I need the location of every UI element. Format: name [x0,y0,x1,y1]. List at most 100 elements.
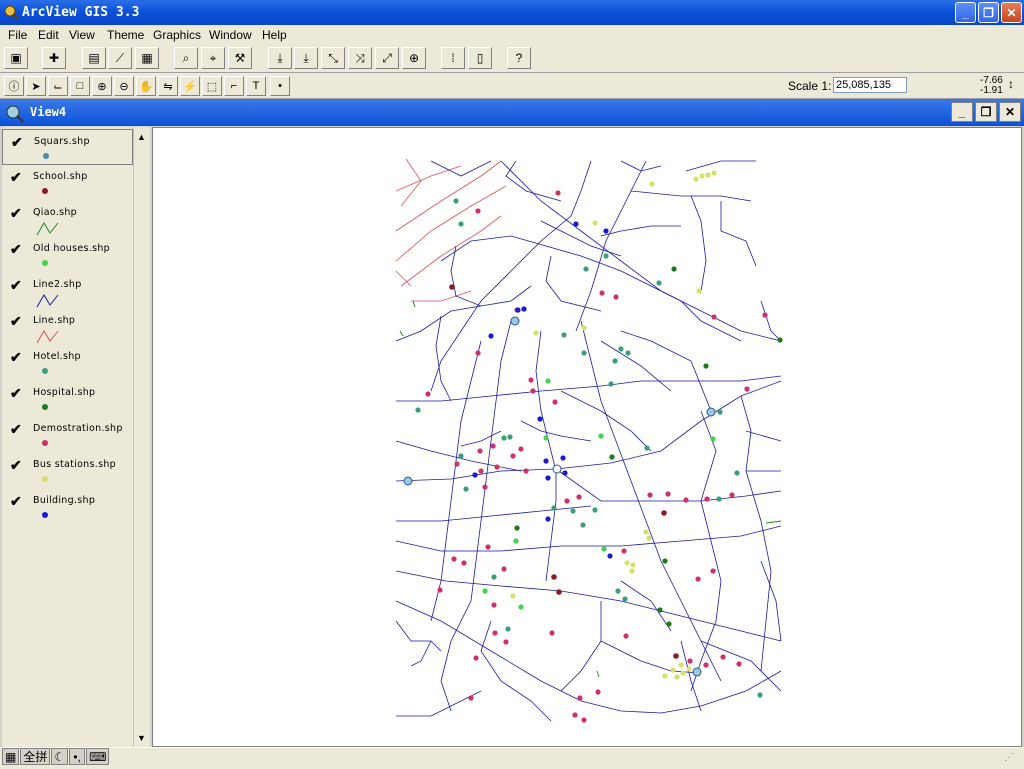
save-icon[interactable]: ▣ [4,47,28,69]
layer-visibility-checkbox[interactable]: ✔ [10,385,22,402]
minimize-button[interactable]: _ [955,2,976,23]
menu-edit[interactable]: Edit [38,28,59,42]
menu-graphics[interactable]: Graphics [153,28,201,42]
zoom-full-icon[interactable]: ⤓ [268,47,292,69]
layer-name: Bus stations.shp [33,459,116,470]
find-icon[interactable]: ⌕ [174,47,198,69]
zoom-out-fixed-icon[interactable]: ⤢ [375,47,399,69]
locate-address-icon[interactable]: ⌖ [201,47,225,69]
zoom-out-icon[interactable]: ⊖ [114,76,134,96]
menu-view[interactable]: View [69,28,95,42]
add-theme-icon[interactable]: ✚ [42,47,66,69]
resize-grip-icon[interactable]: ⋰ [1004,752,1018,764]
layer-visibility-checkbox[interactable]: ✔ [11,134,23,151]
button-bar: ▣ ✚ ▤ ⟋ ▦ ⌕ ⌖ ⚒ ⤓ ⤓ ⤡ ⤨ ⤢ ⊕ ⁞ ▯ ? [0,45,1024,73]
layer-item[interactable]: ✔ Hospital.shp [2,381,133,417]
layer-item[interactable]: ✔ Qiao.shp [2,201,133,237]
layer-name: Qiao.shp [33,207,78,218]
label-icon[interactable]: ⌐ [224,76,244,96]
ime-moon-icon[interactable]: ☾ [51,748,69,765]
layer-visibility-checkbox[interactable]: ✔ [10,421,22,438]
clear-selection-icon[interactable]: ▯ [468,47,492,69]
layer-name: Squars.shp [34,136,90,147]
scale-input[interactable] [833,77,907,93]
layer-item[interactable]: ✔ Old houses.shp [2,237,133,273]
zoom-active-icon[interactable]: ⤓ [294,47,318,69]
close-button[interactable]: ✕ [1001,2,1022,23]
layer-visibility-checkbox[interactable]: ✔ [10,169,22,186]
layer-item[interactable]: ✔ Demostration.shp [2,417,133,453]
view-globe-icon [6,105,24,123]
layer-name: Line2.shp [33,279,82,290]
building-points [472,221,613,559]
pan-icon[interactable]: ✋ [136,76,156,96]
select-feature-icon[interactable]: □ [70,76,90,96]
layer-visibility-checkbox[interactable]: ✔ [10,493,22,510]
layer-item[interactable]: ✔ Line2.shp [2,273,133,309]
point-symbol [42,368,48,374]
layer-name: Line.shp [33,315,76,326]
layer-name: Building.shp [33,495,96,506]
area-of-interest-icon[interactable]: ⬚ [202,76,222,96]
menu-window[interactable]: Window [209,28,252,42]
menu-theme[interactable]: Theme [107,28,144,42]
layer-name: Hotel.shp [33,351,81,362]
select-by-theme-icon[interactable]: ⁞ [441,47,465,69]
layer-visibility-checkbox[interactable]: ✔ [10,277,22,294]
help-icon[interactable]: ? [507,47,531,69]
edit-legend-icon[interactable]: ⟋ [108,47,132,69]
layer-item[interactable]: ✔ Squars.shp [2,129,133,165]
layer-item[interactable]: ✔ School.shp [2,165,133,201]
table-icon[interactable]: ▦ [135,47,159,69]
line-symbol [36,294,59,308]
layer-visibility-checkbox[interactable]: ✔ [10,241,22,258]
zoom-selected-icon[interactable]: ⤡ [321,47,345,69]
layer-item[interactable]: ✔ Hotel.shp [2,345,133,381]
hotel-points [415,198,763,698]
measure-icon[interactable]: ⇋ [158,76,178,96]
identify-icon[interactable]: ⓘ [4,76,24,96]
coord-arrows-icon: ↕ [1008,77,1014,91]
restore-button[interactable]: ❐ [978,2,999,23]
map-canvas[interactable] [152,127,1022,747]
properties-icon[interactable]: ▤ [82,47,106,69]
hotlink-icon[interactable]: ⚡ [180,76,200,96]
map-drawing[interactable] [153,128,1021,746]
point-symbol [42,512,48,518]
view-minimize-button[interactable]: _ [951,102,973,122]
line-symbol [36,330,59,344]
table-of-contents: ✔ Squars.shp ✔ School.shp ✔ Qiao.shp ✔ O… [2,127,134,747]
ime-mode[interactable]: 全拼 [20,748,51,765]
tool-bar: ⓘ ➤ ⌙ □ ⊕ ⊖ ✋ ⇋ ⚡ ⬚ ⌐ T • Scale 1: -7.66… [0,73,1024,99]
scroll-down-icon[interactable]: ▼ [134,730,149,745]
toc-scrollbar[interactable]: ▲ ▼ [133,127,150,747]
view-close-button[interactable]: ✕ [999,102,1021,122]
ime-punctuation-icon[interactable]: •, [69,748,86,765]
point-symbol [42,260,48,266]
menu-help[interactable]: Help [262,28,287,42]
text-tool-icon[interactable]: T [246,76,266,96]
zoom-previous-icon[interactable]: ⊕ [402,47,426,69]
menu-bar: File Edit View Theme Graphics Window Hel… [0,25,1024,46]
layer-visibility-checkbox[interactable]: ✔ [10,457,22,474]
layer-item[interactable]: ✔ Line.shp [2,309,133,345]
view-restore-button[interactable]: ❐ [975,102,997,122]
vertex-edit-icon[interactable]: ⌙ [48,76,68,96]
layer-item[interactable]: ✔ Bus stations.shp [2,453,133,489]
zoom-in-icon[interactable]: ⊕ [92,76,112,96]
draw-point-icon[interactable]: • [270,76,290,96]
zoom-in-fixed-icon[interactable]: ⤨ [348,47,372,69]
layer-visibility-checkbox[interactable]: ✔ [10,349,22,366]
ime-keyboard-icon[interactable]: ⌨ [86,748,110,765]
ime-logo-icon[interactable]: ▦ [2,748,20,765]
query-icon[interactable]: ⚒ [228,47,252,69]
layer-visibility-checkbox[interactable]: ✔ [10,205,22,222]
scale-label: Scale 1: [788,79,832,93]
scroll-up-icon[interactable]: ▲ [134,129,149,144]
layer-item[interactable]: ✔ Building.shp [2,489,133,525]
menu-file[interactable]: File [8,28,27,42]
layer-visibility-checkbox[interactable]: ✔ [10,313,22,330]
point-symbol [43,153,49,159]
pointer-icon[interactable]: ➤ [26,76,46,96]
point-symbol [42,476,48,482]
